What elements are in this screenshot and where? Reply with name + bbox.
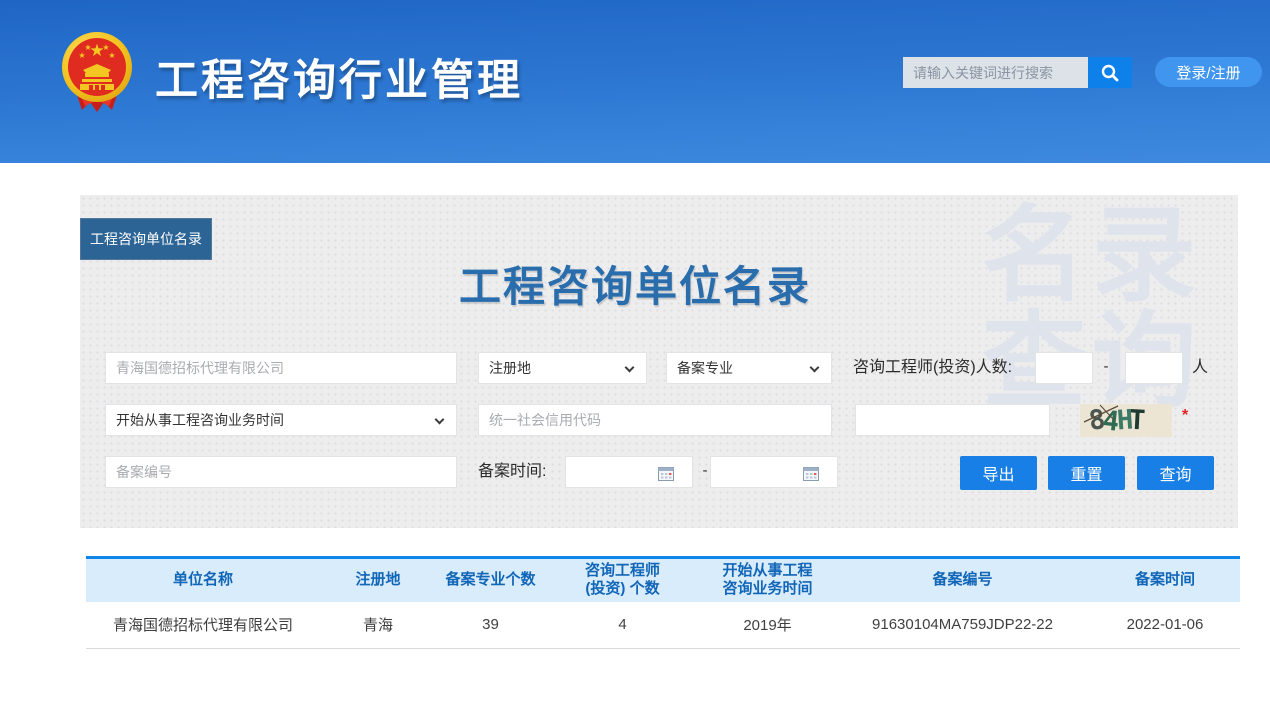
svg-text:★: ★ [84,43,91,52]
table-row[interactable]: 青海国德招标代理有限公司 青海 39 4 2019年 91630104MA759… [86,602,1240,649]
required-asterisk: * [1182,407,1188,425]
registration-place-select[interactable]: 注册地 [478,352,647,384]
cell-start-time: 2019年 [700,602,835,649]
header-search-input[interactable] [903,57,1088,88]
credit-code-input[interactable] [478,404,832,436]
header-search [903,57,1132,88]
page-title: 工程咨询单位名录 [80,253,1190,314]
cell-registration-place: 青海 [320,602,436,649]
record-time-start-input[interactable] [565,456,693,488]
site-title: 工程咨询行业管理 [155,46,523,108]
engineer-count-label: 咨询工程师(投资)人数: [853,352,1012,384]
record-number-input[interactable] [105,456,457,488]
calendar-icon[interactable] [658,466,674,481]
svg-text:★: ★ [78,51,85,60]
search-icon [1100,63,1120,83]
captcha-image[interactable]: 84HT [1080,404,1172,437]
col-engineer-count: 咨询工程师 (投资) 个数 [545,558,700,602]
reset-button[interactable]: 重置 [1048,456,1125,490]
registration-place-value: 注册地 [489,358,531,378]
calendar-icon[interactable] [803,466,819,481]
col-start-time: 开始从事工程 咨询业务时间 [700,558,835,602]
search-button[interactable] [1088,57,1132,88]
business-start-time-select[interactable]: 开始从事工程咨询业务时间 [105,404,457,436]
unit-person-label: 人 [1192,352,1208,384]
record-specialty-select[interactable]: 备案专业 [666,352,832,384]
cell-specialty-count: 39 [436,602,545,649]
tab-label: 工程咨询单位名录 [90,229,202,249]
export-button[interactable]: 导出 [960,456,1037,490]
col-unit-name: 单位名称 [86,558,320,602]
login-register-button[interactable]: 登录/注册 [1155,57,1262,87]
count-range-dash: - [1096,352,1116,384]
business-start-time-value: 开始从事工程咨询业务时间 [116,410,284,430]
cell-record-time: 2022-01-06 [1090,602,1240,649]
record-time-label: 备案时间: [478,456,546,488]
query-button[interactable]: 查询 [1137,456,1214,490]
captcha-input[interactable] [855,404,1050,436]
record-time-end-input[interactable] [710,456,838,488]
chevron-down-icon [810,363,820,373]
results-table: 单位名称 注册地 备案专业个数 咨询工程师 (投资) 个数 开始从事工程 咨询业… [86,556,1240,649]
col-record-number: 备案编号 [835,558,1090,602]
chevron-down-icon [625,363,635,373]
col-record-time: 备案时间 [1090,558,1240,602]
chevron-down-icon [435,415,445,425]
svg-text:★: ★ [108,51,115,60]
national-emblem-icon: ★ ★ ★ ★ ★ [58,30,136,114]
cell-unit-name: 青海国德招标代理有限公司 [86,602,320,649]
company-name-input[interactable] [105,352,457,384]
record-specialty-value: 备案专业 [677,358,733,378]
captcha-noise-lines [1080,404,1172,437]
engineer-count-max-input[interactable] [1125,352,1183,384]
directory-search-panel: 名录 查询 工程咨询单位名录 工程咨询单位名录 注册地 备案专业 咨询工程师(投… [80,195,1238,528]
site-header: ★ ★ ★ ★ ★ 工程咨询行业管理 登录/注册 [0,0,1270,163]
table-header-row: 单位名称 注册地 备案专业个数 咨询工程师 (投资) 个数 开始从事工程 咨询业… [86,558,1240,602]
engineer-count-min-input[interactable] [1035,352,1093,384]
cell-record-number: 91630104MA759JDP22-22 [835,602,1090,649]
cell-engineer-count: 4 [545,602,700,649]
col-specialty-count: 备案专业个数 [436,558,545,602]
col-registration-place: 注册地 [320,558,436,602]
